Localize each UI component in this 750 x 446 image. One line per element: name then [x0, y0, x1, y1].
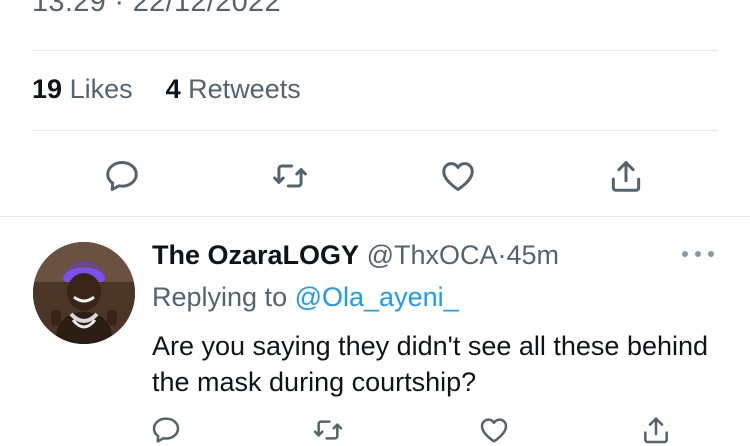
display-name[interactable]: The OzaraLOGY [152, 240, 359, 270]
replying-to: Replying to @Ola_ayeni_ [152, 282, 459, 313]
user-handle[interactable]: @ThxOCA [367, 240, 498, 270]
retweet-icon[interactable] [312, 414, 344, 446]
reply-icon[interactable] [150, 414, 182, 446]
reply-header: The OzaraLOGY @ThxOCA·45m [152, 240, 559, 271]
reply-action-bar [0, 414, 750, 444]
like-button[interactable] [436, 154, 480, 198]
likes-count: 19 [32, 74, 63, 104]
replying-prefix: Replying to [152, 282, 288, 312]
tweet-action-bar [0, 150, 750, 200]
reply-time[interactable]: 45m [507, 240, 560, 270]
retweets-stat[interactable]: 4 Retweets [166, 74, 301, 104]
retweets-label: Retweets [188, 74, 301, 104]
tweet-timestamp: 13:29 · 22/12/2022 [32, 0, 281, 18]
likes-stat[interactable]: 19 Likes [32, 74, 140, 104]
avatar-image [33, 242, 135, 344]
share-icon[interactable] [640, 414, 672, 446]
more-icon [682, 251, 688, 257]
like-icon [442, 162, 474, 191]
time-separator: · [497, 240, 507, 270]
tweet-stats: 19 Likes 4 Retweets [32, 74, 301, 105]
divider-top [32, 50, 718, 51]
reply-tweet[interactable]: The OzaraLOGY @ThxOCA·45m Replying to @O… [0, 218, 750, 444]
reply-button[interactable] [100, 154, 144, 198]
divider-middle [32, 130, 718, 131]
likes-label: Likes [69, 74, 133, 104]
retweet-button[interactable] [268, 154, 312, 198]
mention-link[interactable]: @Ola_ayeni_ [295, 282, 459, 312]
like-icon[interactable] [478, 414, 510, 446]
avatar[interactable] [33, 242, 135, 344]
more-options-button[interactable] [682, 248, 716, 260]
reply-icon [106, 161, 138, 191]
divider-full [0, 216, 750, 217]
reply-text: Are you saying they didn't see all these… [152, 331, 709, 397]
share-icon [611, 161, 641, 192]
retweet-icon [273, 164, 307, 188]
retweets-count: 4 [165, 74, 181, 104]
share-button[interactable] [604, 154, 648, 198]
